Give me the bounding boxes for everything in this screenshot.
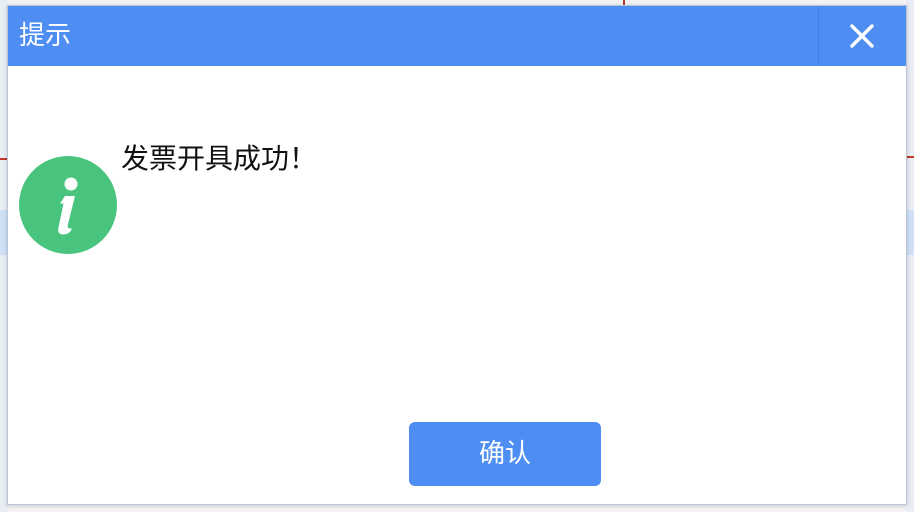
- dialog-title: 提示: [19, 21, 72, 51]
- background-band-right: [906, 210, 914, 255]
- background-page-right-edge: [906, 0, 914, 512]
- info-icon: [19, 156, 117, 254]
- alert-dialog: 提示 发票开具成功！ 确认: [7, 5, 907, 505]
- dialog-message: 发票开具成功！: [121, 142, 318, 175]
- close-button[interactable]: [819, 6, 906, 66]
- close-icon: [850, 24, 874, 48]
- background-red-mark-right: [906, 156, 914, 158]
- confirm-button[interactable]: 确认: [409, 422, 601, 486]
- dialog-title-bar: 提示: [8, 6, 906, 66]
